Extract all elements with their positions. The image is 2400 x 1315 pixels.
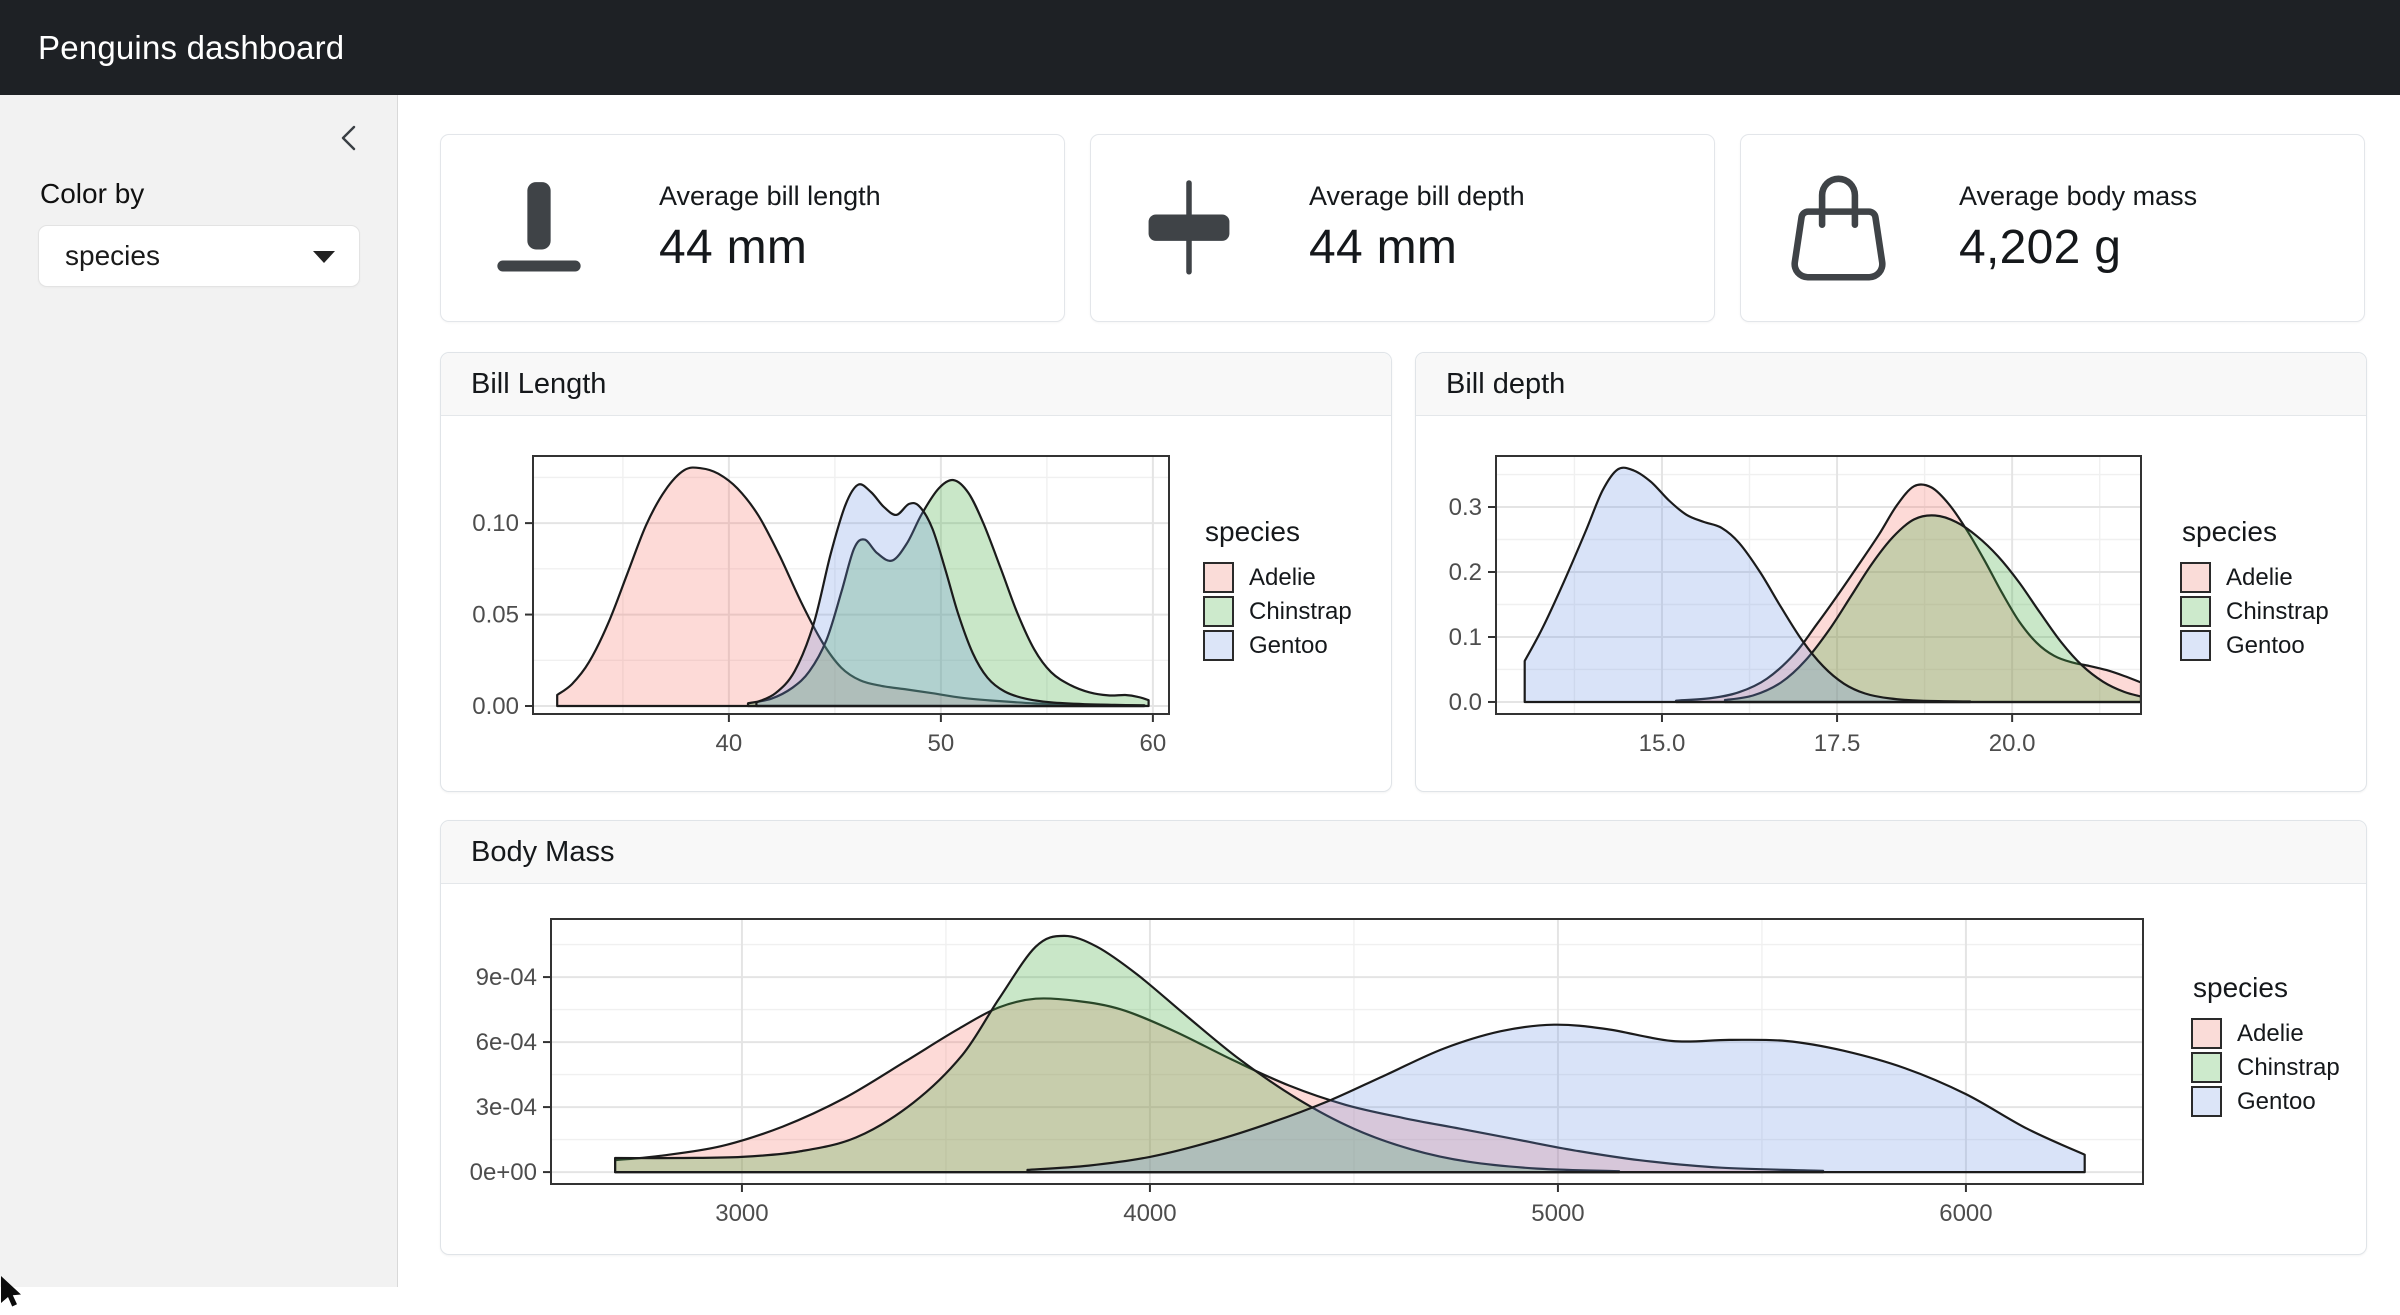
value-box-title: Average body mass bbox=[1959, 181, 2197, 212]
legend-title: species bbox=[2193, 972, 2340, 1004]
chinstrap-swatch bbox=[1203, 596, 1234, 627]
caret-down-icon bbox=[313, 251, 335, 263]
svg-text:5000: 5000 bbox=[1531, 1200, 1584, 1227]
legend-item: Adelie bbox=[2180, 562, 2329, 593]
card-title: Bill Length bbox=[441, 353, 1391, 416]
chinstrap-swatch bbox=[2191, 1052, 2222, 1083]
legend-item: Adelie bbox=[2191, 1018, 2340, 1049]
card-body-mass: Body Mass 3000 4000 5000 6000 0e+00 3e-04 6e-0… bbox=[440, 820, 2367, 1255]
card-title: Body Mass bbox=[441, 821, 2366, 884]
svg-text:0.05: 0.05 bbox=[472, 602, 519, 629]
legend-item: Adelie bbox=[1203, 562, 1352, 593]
body-mass-density-plot: 3000 4000 5000 6000 0e+00 3e-04 6e-04 9e-04 bbox=[441, 884, 2364, 1254]
legend-label: Chinstrap bbox=[1249, 598, 1352, 626]
legend-item: Gentoo bbox=[2180, 630, 2329, 661]
svg-text:50: 50 bbox=[928, 730, 955, 757]
color-by-label: Color by bbox=[40, 178, 144, 210]
svg-text:0.10: 0.10 bbox=[472, 510, 519, 537]
legend-label: Adelie bbox=[2237, 1020, 2304, 1048]
gentoo-swatch bbox=[2191, 1086, 2222, 1117]
svg-text:60: 60 bbox=[1140, 730, 1167, 757]
legend-item: Gentoo bbox=[2191, 1086, 2340, 1117]
adelie-swatch bbox=[1203, 562, 1234, 593]
legend-item: Gentoo bbox=[1203, 630, 1352, 661]
value-box-bill-depth: Average bill depth 44 mm bbox=[1090, 134, 1715, 322]
legend-label: Chinstrap bbox=[2226, 598, 2329, 626]
svg-text:40: 40 bbox=[716, 730, 743, 757]
legend-title: species bbox=[1205, 516, 1352, 548]
svg-text:20.0: 20.0 bbox=[1989, 730, 2036, 757]
color-by-select[interactable]: species bbox=[38, 225, 360, 287]
svg-text:9e-04: 9e-04 bbox=[476, 964, 537, 991]
sidebar: Color by species bbox=[0, 95, 398, 1287]
legend-label: Gentoo bbox=[1249, 632, 1328, 660]
svg-text:6e-04: 6e-04 bbox=[476, 1029, 537, 1056]
legend-item: Chinstrap bbox=[2180, 596, 2329, 627]
svg-text:0.2: 0.2 bbox=[1449, 559, 1482, 586]
legend-label: Adelie bbox=[1249, 564, 1316, 592]
gentoo-swatch bbox=[1203, 630, 1234, 661]
svg-text:3000: 3000 bbox=[715, 1200, 768, 1227]
card-title: Bill depth bbox=[1416, 353, 2366, 416]
legend-label: Gentoo bbox=[2237, 1088, 2316, 1116]
gentoo-swatch bbox=[2180, 630, 2211, 661]
chevron-left-icon bbox=[333, 143, 367, 158]
value-box-value: 44 mm bbox=[1309, 220, 1525, 275]
card-bill-length: Bill Length 40 50 60 0.00 0.05 0.10 species A… bbox=[440, 352, 1392, 792]
svg-text:6000: 6000 bbox=[1939, 1200, 1992, 1227]
svg-text:0.00: 0.00 bbox=[472, 693, 519, 720]
svg-text:17.5: 17.5 bbox=[1814, 730, 1861, 757]
mouse-cursor bbox=[0, 1276, 30, 1315]
adelie-swatch bbox=[2191, 1018, 2222, 1049]
navbar: Penguins dashboard bbox=[0, 0, 2400, 95]
legend-label: Chinstrap bbox=[2237, 1054, 2340, 1082]
svg-text:0.3: 0.3 bbox=[1449, 494, 1482, 521]
svg-text:15.0: 15.0 bbox=[1639, 730, 1686, 757]
legend-item: Chinstrap bbox=[2191, 1052, 2340, 1083]
svg-text:4000: 4000 bbox=[1123, 1200, 1176, 1227]
svg-text:0e+00: 0e+00 bbox=[470, 1159, 537, 1186]
legend: species Adelie Chinstrap Gentoo bbox=[2191, 972, 2340, 1120]
select-value: species bbox=[65, 226, 160, 286]
svg-text:0.0: 0.0 bbox=[1449, 689, 1482, 716]
handbag-icon bbox=[1786, 174, 1891, 282]
adelie-swatch bbox=[2180, 562, 2211, 593]
align-center-icon bbox=[1136, 177, 1241, 279]
value-box-bill-length: Average bill length 44 mm bbox=[440, 134, 1065, 322]
legend-label: Adelie bbox=[2226, 564, 2293, 592]
value-box-body-mass: Average body mass 4,202 g bbox=[1740, 134, 2365, 322]
svg-text:3e-04: 3e-04 bbox=[476, 1094, 537, 1121]
legend-title: species bbox=[2182, 516, 2329, 548]
align-bottom-icon bbox=[486, 177, 591, 279]
svg-text:0.1: 0.1 bbox=[1449, 624, 1482, 651]
legend-item: Chinstrap bbox=[1203, 596, 1352, 627]
legend-label: Gentoo bbox=[2226, 632, 2305, 660]
legend: species Adelie Chinstrap Gentoo bbox=[1203, 516, 1352, 664]
value-box-value: 4,202 g bbox=[1959, 220, 2197, 275]
card-bill-depth: Bill depth 15.0 17.5 20.0 0.0 0.1 0.2 0.3 spec… bbox=[1415, 352, 2367, 792]
value-box-value: 44 mm bbox=[659, 220, 881, 275]
value-box-title: Average bill length bbox=[659, 181, 881, 212]
legend: species Adelie Chinstrap Gentoo bbox=[2180, 516, 2329, 664]
sidebar-collapse-button[interactable] bbox=[333, 121, 367, 155]
chinstrap-swatch bbox=[2180, 596, 2211, 627]
value-box-title: Average bill depth bbox=[1309, 181, 1525, 212]
app-title: Penguins dashboard bbox=[0, 29, 344, 67]
